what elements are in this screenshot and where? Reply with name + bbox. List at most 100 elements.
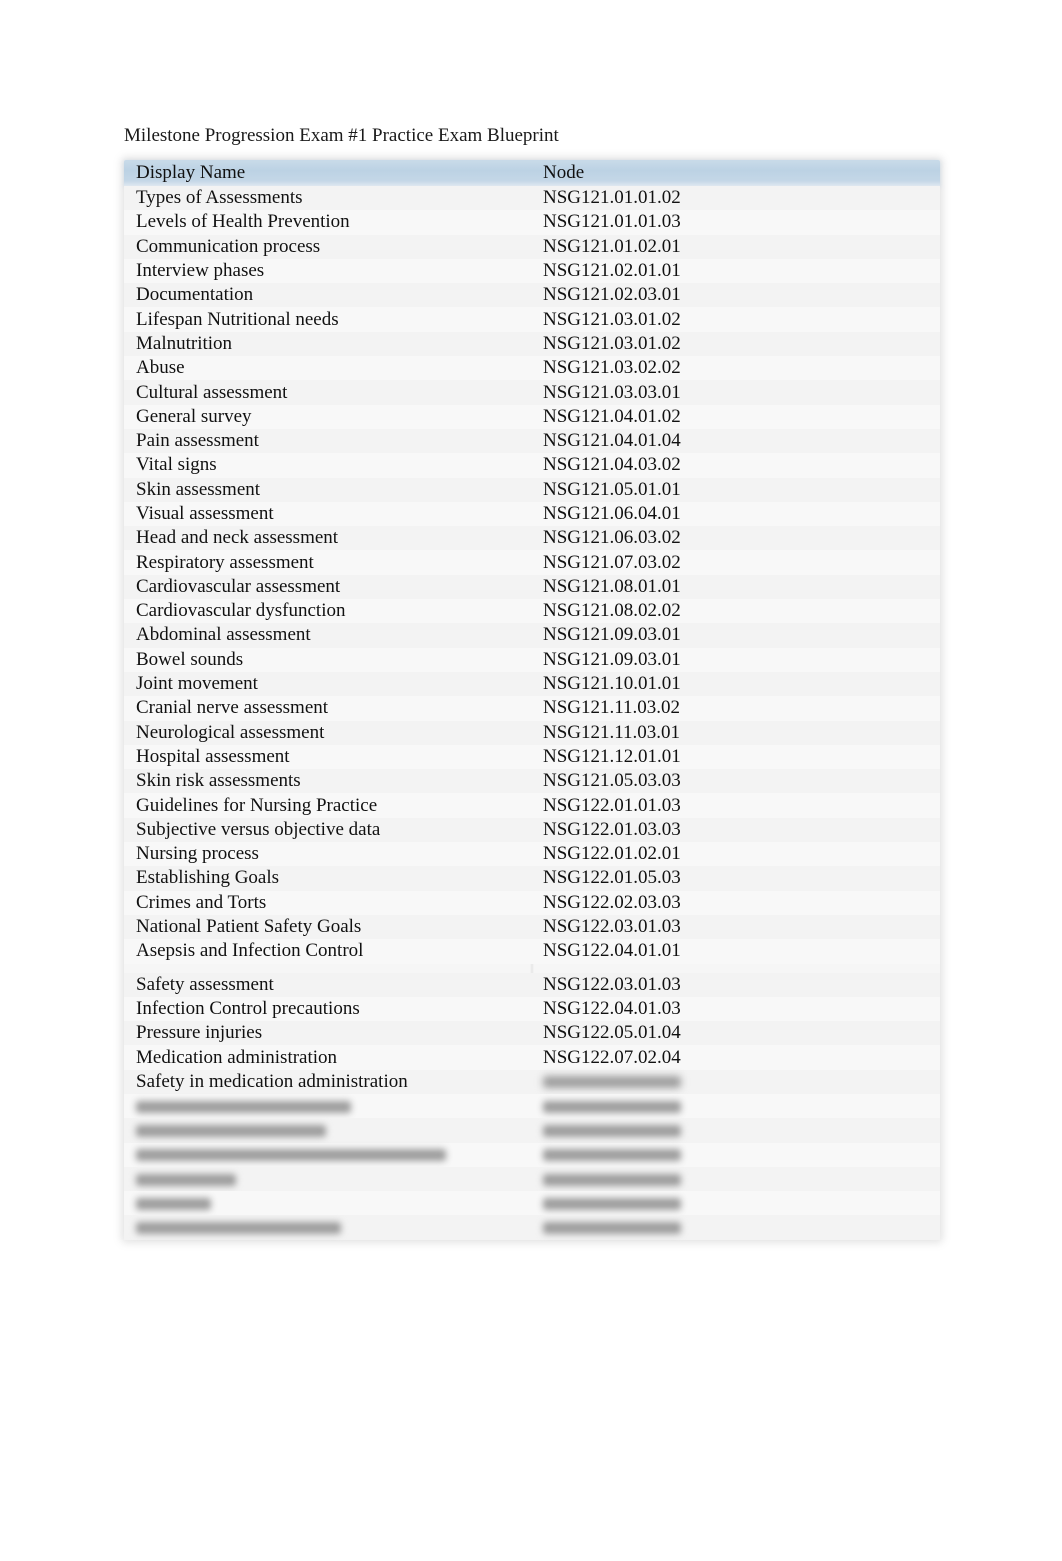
redacted-value	[543, 1173, 681, 1186]
node-cell: NSG121.03.01.02	[543, 332, 681, 354]
table-row: General survey NSG121.04.01.02	[124, 404, 940, 429]
display-name-cell: Hospital assessment	[136, 745, 290, 767]
node-cell: NSG122.01.03.03	[543, 818, 681, 840]
redacted-value	[543, 1125, 681, 1138]
display-name-cell: Levels of Health Prevention	[136, 211, 350, 233]
node-cell: NSG122.02.03.03	[543, 891, 681, 913]
table-row: Asepsis and Infection Control NSG122.04.0…	[124, 939, 940, 964]
node-cell: NSG121.02.03.01	[543, 284, 681, 306]
display-name-cell: General survey	[136, 405, 252, 427]
redacted-value	[543, 1076, 681, 1089]
display-name-cell: Visual assessment	[136, 503, 274, 524]
node-cell: NSG121.12.01.01	[543, 745, 681, 767]
node-cell: NSG121.03.03.01	[543, 381, 681, 403]
node-cell: NSG121.06.04.01	[543, 503, 681, 524]
redacted-value	[136, 1197, 211, 1210]
redacted-value	[136, 1125, 326, 1138]
display-name-cell: Head and neck assessment	[136, 527, 339, 549]
node-cell: NSG121.01.01.02	[543, 187, 681, 209]
display-name-cell: National Patient Safety Goals	[136, 916, 362, 938]
table-row: Cardiovascular dysfunction NSG121.08.02.0…	[124, 599, 940, 624]
redacted-name	[124, 1094, 531, 1118]
table-header-row: Display Name Node	[124, 160, 940, 186]
node-cell: NSG122.04.01.01	[543, 940, 681, 962]
display-name-cell: Pressure injuries	[136, 1022, 263, 1044]
table-row: Lifespan Nutritional needs NSG121.03.01.0…	[124, 307, 940, 332]
node-cell: NSG121.08.02.02	[543, 600, 681, 622]
redacted-value	[136, 1173, 236, 1186]
redacted-value	[136, 1100, 351, 1113]
table-row: Subjective versus objective data NSG122.0…	[124, 817, 940, 843]
node-cell: NSG121.09.03.01	[543, 648, 681, 670]
display-name-cell: Guidelines for Nursing Practice	[136, 794, 378, 816]
node-cell: NSG121.01.01.03	[543, 211, 681, 233]
redacted-name	[124, 1167, 531, 1191]
display-name-cell: Asepsis and Infection Control	[136, 940, 364, 962]
redacted-row	[124, 1191, 940, 1216]
table-row: Visual assessment NSG121.06.04.01	[124, 501, 940, 527]
redacted-value	[136, 1149, 446, 1162]
display-name-cell: Lifespan Nutritional needs	[136, 308, 339, 330]
table-row: Head and neck assessment NSG121.06.03.02	[124, 526, 940, 551]
redacted-row	[124, 1093, 940, 1119]
table-row: Malnutrition NSG121.03.01.02	[124, 331, 940, 357]
column-header-display-name: Display Name	[136, 162, 246, 183]
table-row: Communication process NSG121.01.02.01	[124, 234, 940, 259]
redacted-name	[124, 1143, 531, 1167]
redacted-node	[531, 1191, 681, 1215]
redacted-row	[124, 1142, 940, 1167]
node-cell: NSG122.01.01.03	[543, 794, 681, 816]
display-name-cell: Interview phases	[136, 260, 265, 282]
node-cell: NSG121.04.01.02	[543, 405, 681, 427]
display-name-cell: Medication administration	[136, 1046, 338, 1068]
table-row: Guidelines for Nursing Practice NSG122.01…	[124, 793, 940, 818]
redacted-row	[124, 1118, 940, 1143]
display-name-cell: Abuse	[136, 357, 185, 379]
node-cell: NSG121.11.03.02	[543, 697, 681, 719]
table-row: Abuse NSG121.03.02.02	[124, 356, 940, 381]
table-row: Interview phases NSG121.02.01.01	[124, 258, 940, 284]
redacted-node	[531, 1094, 681, 1118]
table-row: Safety in medication administration	[124, 1069, 940, 1094]
table-row: Nursing process NSG122.01.02.01	[124, 842, 940, 867]
display-name-cell: Establishing Goals	[136, 867, 280, 889]
node-cell: NSG122.07.02.04	[543, 1046, 681, 1068]
table-row: Cultural assessment NSG121.03.03.01	[124, 380, 940, 405]
display-name-cell: Communication process	[136, 235, 321, 257]
redacted-name	[124, 1191, 531, 1215]
display-name-cell: Bowel sounds	[136, 648, 244, 670]
table-row: Cardiovascular assessment NSG121.08.01.01	[124, 574, 940, 600]
node-cell: NSG121.03.01.02	[543, 308, 681, 330]
redacted-node	[531, 1118, 681, 1142]
table-row: Infection Control precautions NSG122.04.0…	[124, 996, 940, 1022]
table-row: Bowel sounds NSG121.09.03.01	[124, 647, 940, 672]
redacted-node	[531, 1216, 681, 1240]
table-row: Respiratory assessment NSG121.07.03.02	[124, 550, 940, 575]
node-cell: NSG121.05.01.01	[543, 478, 681, 500]
display-name-cell: Joint movement	[136, 673, 258, 695]
display-name-cell: Vital signs	[136, 454, 217, 476]
node-cell: NSG121.04.01.04	[543, 430, 681, 452]
display-name-cell: Infection Control precautions	[136, 997, 360, 1019]
table-body: Display Name Node Types of Assessments NS…	[124, 160, 940, 1240]
blueprint-table: Display Name Node Types of Assessments NS…	[124, 160, 940, 1240]
document-title: Milestone Progression Exam #1 Practice E…	[124, 125, 559, 146]
table-row: Pain assessment NSG121.04.01.04	[124, 428, 940, 454]
display-name-cell: Neurological assessment	[136, 721, 325, 743]
node-cell: NSG121.01.02.01	[543, 235, 681, 257]
table-row: Skin risk assessments NSG121.05.03.03	[124, 769, 940, 794]
table-row: Pressure injuries NSG122.05.01.04	[124, 1021, 940, 1046]
display-name-cell: Types of Assessments	[136, 187, 303, 209]
display-name-cell: Safety assessment	[136, 973, 274, 995]
table-row: Neurological assessment NSG121.11.03.01	[124, 720, 940, 745]
redacted-value	[543, 1222, 681, 1235]
node-cell: NSG121.04.03.02	[543, 454, 681, 476]
redacted-name	[124, 1118, 531, 1142]
table-row: Establishing Goals NSG122.01.05.03	[124, 866, 940, 891]
node-cell: NSG122.01.05.03	[543, 867, 681, 889]
node-cell: NSG121.07.03.02	[543, 551, 681, 573]
table-row: National Patient Safety Goals NSG122.03.0…	[124, 914, 940, 940]
table-row: Levels of Health Prevention NSG121.01.01.…	[124, 210, 940, 235]
display-name-cell: Documentation	[136, 284, 254, 306]
node-cell: NSG121.11.03.01	[543, 721, 681, 743]
